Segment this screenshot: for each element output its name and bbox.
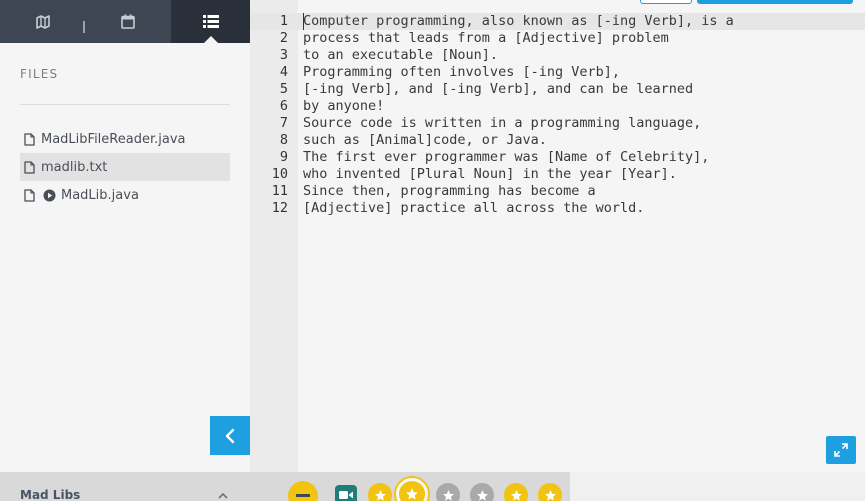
star-button-2[interactable] (396, 478, 428, 501)
line-text: Source code is written in a programming … (303, 115, 702, 131)
file-icon (24, 188, 35, 202)
line-text: Computer programming, also known as [-in… (303, 13, 734, 29)
minus-circle-icon (296, 494, 310, 497)
star-icon (374, 489, 386, 501)
bottom-bar-right (570, 472, 865, 501)
line-number: 9 (279, 149, 288, 165)
line-text: The first ever programmer was [Name of C… (303, 149, 710, 165)
file-list: MadLibFileReader.java madlib.txt MadLib.… (20, 125, 230, 209)
star-icon (442, 489, 454, 501)
collapse-sidebar-button[interactable] (210, 416, 250, 455)
file-item-madlibfilereader[interactable]: MadLibFileReader.java (20, 125, 230, 153)
file-item-madlib-txt[interactable]: madlib.txt (20, 153, 230, 181)
file-icon (24, 132, 35, 146)
code-line[interactable]: 4 Programming often involves [-ing Verb], (250, 64, 865, 81)
star-icon (510, 489, 522, 501)
code-line[interactable]: 12 [Adjective] practice all across the wo… (250, 200, 865, 217)
sidebar: FILES MadLibFileReader.java madlib.txt M… (0, 0, 250, 501)
code-line[interactable]: 3 to an executable [Noun]. (250, 47, 865, 64)
chevron-left-icon (225, 428, 235, 443)
line-text: process that leads from a [Adjective] pr… (303, 30, 669, 46)
line-text: by anyone! (303, 98, 385, 114)
line-number: 10 (271, 166, 288, 182)
file-icon (24, 160, 35, 174)
editor-top-buttons (640, 0, 853, 4)
line-number: 12 (271, 200, 288, 216)
text-cursor (303, 13, 304, 30)
line-number: 8 (279, 132, 288, 148)
code-line[interactable]: 2 process that leads from a [Adjective] p… (250, 30, 865, 47)
line-text: Programming often involves [-ing Verb], (303, 64, 620, 80)
file-name: MadLibFileReader.java (41, 131, 186, 147)
line-number: 2 (279, 30, 288, 46)
play-circle-icon[interactable] (43, 189, 56, 202)
line-number: 5 (279, 81, 288, 97)
code-line[interactable]: 11 Since then, programming has become a (250, 183, 865, 200)
star-button-3[interactable] (436, 483, 460, 501)
line-text: to an executable [Noun]. (303, 47, 499, 63)
bottom-toolbar (250, 472, 570, 501)
code-line[interactable]: 7 Source code is written in a programming… (250, 115, 865, 132)
chevron-up-icon[interactable] (218, 492, 228, 499)
expand-icon (834, 443, 848, 457)
tab-map[interactable] (0, 0, 85, 43)
line-number: 6 (279, 98, 288, 114)
tab-files[interactable] (171, 0, 250, 43)
sidebar-footer[interactable]: Mad Libs (0, 472, 250, 501)
secondary-button[interactable] (640, 0, 692, 4)
star-button-5[interactable] (504, 483, 528, 501)
minus-button[interactable] (288, 481, 318, 501)
files-divider (20, 104, 230, 105)
video-button[interactable] (335, 485, 357, 501)
code-line[interactable]: 5 [-ing Verb], and [-ing Verb], and can b… (250, 81, 865, 98)
primary-button[interactable] (697, 0, 853, 4)
line-text: who invented [Plural Noun] in the year [… (303, 166, 677, 182)
calendar-icon (121, 14, 135, 29)
line-text: Since then, programming has become a (303, 183, 596, 199)
code-editor[interactable]: 1 Computer programming, also known as [-i… (250, 0, 865, 472)
line-text: such as [Animal]code, or Java. (303, 132, 547, 148)
file-name: madlib.txt (41, 159, 108, 175)
star-button-6[interactable] (538, 483, 562, 501)
code-line[interactable]: 10 who invented [Plural Noun] in the year… (250, 166, 865, 183)
line-text: [-ing Verb], and [-ing Verb], and can be… (303, 81, 694, 97)
map-icon (35, 14, 50, 29)
line-number: 3 (279, 47, 288, 63)
line-number: 4 (279, 64, 288, 80)
project-title: Mad Libs (20, 488, 81, 501)
line-text: [Adjective] practice all across the worl… (303, 200, 645, 216)
file-name: MadLib.java (61, 187, 139, 203)
code-line[interactable]: 1 Computer programming, also known as [-i… (250, 13, 865, 30)
star-icon (406, 488, 418, 500)
files-heading: FILES (20, 67, 59, 81)
star-icon (476, 489, 488, 501)
code-line[interactable]: 6 by anyone! (250, 98, 865, 115)
line-number: 7 (279, 115, 288, 131)
video-icon (339, 491, 353, 499)
code-line[interactable]: 8 such as [Animal]code, or Java. (250, 132, 865, 149)
sidebar-nav (0, 0, 250, 43)
line-number: 1 (279, 13, 288, 29)
file-item-madlib-java[interactable]: MadLib.java (20, 181, 230, 209)
star-button-4[interactable] (470, 483, 494, 501)
list-icon (202, 15, 219, 28)
code-line[interactable]: 9 The first ever programmer was [Name of … (250, 149, 865, 166)
fullscreen-button[interactable] (826, 436, 856, 464)
app-window: FILES MadLibFileReader.java madlib.txt M… (0, 0, 865, 501)
tab-calendar[interactable] (85, 0, 171, 43)
line-number: 11 (271, 183, 288, 199)
star-icon (544, 489, 556, 501)
star-button-1[interactable] (368, 483, 392, 501)
